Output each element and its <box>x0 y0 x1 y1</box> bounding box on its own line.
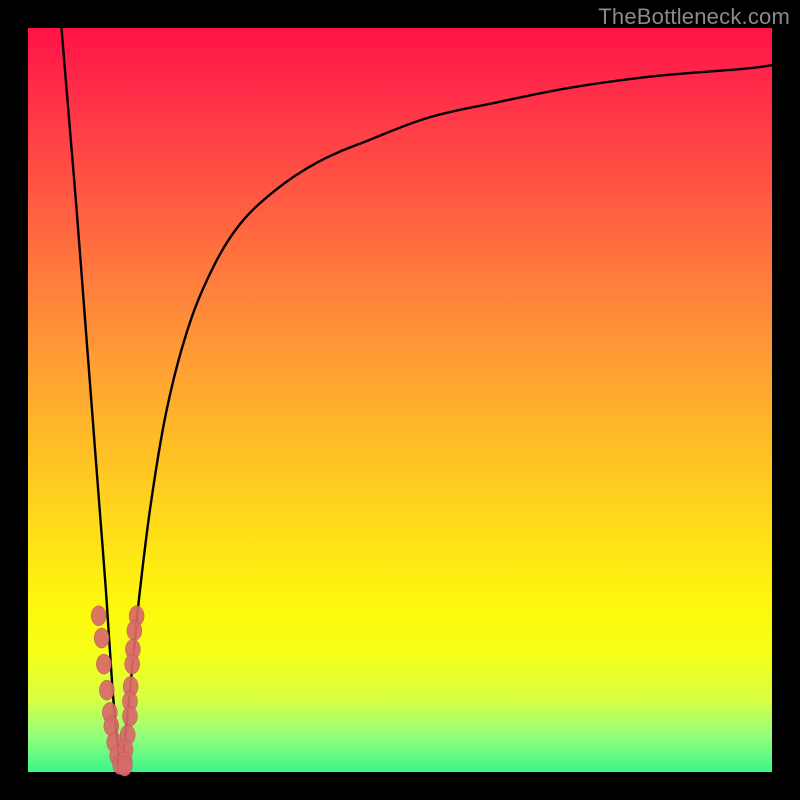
watermark-text: TheBottleneck.com <box>598 4 790 30</box>
data-marker <box>117 756 132 776</box>
curve-right-branch <box>121 65 772 772</box>
plot-area <box>28 28 772 772</box>
marker-layer <box>91 606 144 776</box>
curve-layer <box>61 28 772 772</box>
data-marker <box>94 628 109 648</box>
chart-svg <box>28 28 772 772</box>
data-marker <box>96 654 111 674</box>
curve-left-branch <box>61 28 121 772</box>
data-marker <box>91 606 106 626</box>
data-marker <box>122 706 137 726</box>
chart-frame: TheBottleneck.com <box>0 0 800 800</box>
data-marker <box>125 654 140 674</box>
data-marker <box>127 621 142 641</box>
data-marker <box>99 680 114 700</box>
